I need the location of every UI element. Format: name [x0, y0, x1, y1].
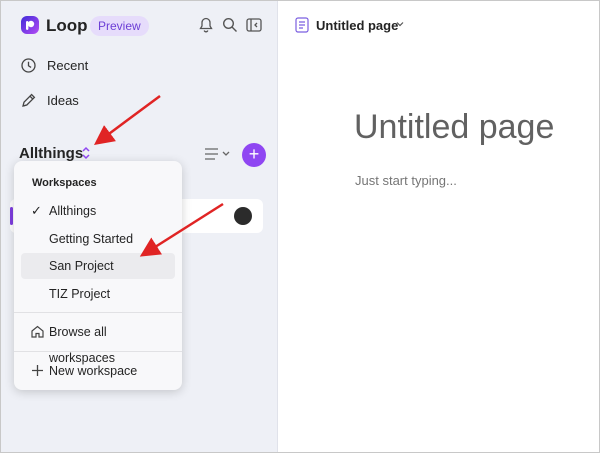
- sidebar-item-label: Ideas: [47, 92, 79, 108]
- app-name: Loop: [46, 16, 88, 35]
- check-icon: ✓: [31, 203, 42, 218]
- menu-item-getting-started[interactable]: Getting Started: [21, 226, 175, 252]
- search-icon[interactable]: [221, 16, 239, 34]
- menu-item-label: Getting Started: [49, 232, 134, 246]
- body-placeholder[interactable]: Just start typing...: [355, 173, 457, 188]
- preview-badge: Preview: [90, 16, 149, 36]
- workspace-menu: Workspaces ✓ Allthings Getting Started S…: [14, 161, 182, 390]
- clock-icon: [21, 57, 36, 73]
- menu-divider: [14, 351, 182, 352]
- sidebar-item-label: Recent: [47, 57, 89, 73]
- sidebar-item-recent[interactable]: Recent: [20, 54, 88, 76]
- menu-divider: [14, 312, 182, 313]
- page-title[interactable]: Untitled page: [354, 105, 554, 149]
- menu-item-label: New workspace: [49, 364, 138, 378]
- workspace-switch-icon[interactable]: [80, 145, 92, 161]
- selection-indicator: [10, 207, 13, 225]
- home-icon: [31, 325, 44, 338]
- collapse-sidebar-icon[interactable]: [245, 16, 263, 34]
- menu-item-tiz-project[interactable]: TIZ Project: [21, 281, 175, 307]
- page-icon: [295, 17, 309, 33]
- bell-icon[interactable]: [197, 16, 215, 34]
- list-view-icon[interactable]: [204, 146, 232, 162]
- pencil-icon: [22, 93, 36, 107]
- browse-workspaces-item[interactable]: Browse all workspaces: [21, 319, 175, 365]
- loop-logo-icon: [21, 16, 39, 34]
- app-window: Loop Preview Recent Ideas Allthings + Wo…: [0, 0, 600, 453]
- chevron-down-icon[interactable]: [396, 21, 404, 27]
- avatar: [234, 207, 252, 225]
- menu-header: Workspaces: [32, 177, 97, 189]
- menu-item-san-project[interactable]: San Project: [21, 253, 175, 279]
- menu-item-label: Allthings: [49, 204, 97, 218]
- new-workspace-item[interactable]: New workspace: [21, 358, 175, 384]
- sidebar-item-ideas[interactable]: Ideas: [20, 89, 79, 111]
- menu-item-allthings[interactable]: ✓ Allthings: [21, 198, 175, 224]
- plus-icon: [32, 365, 43, 376]
- add-button[interactable]: +: [242, 143, 266, 167]
- breadcrumb[interactable]: Untitled page: [316, 17, 398, 34]
- menu-item-label: San Project: [49, 259, 114, 273]
- menu-item-label: TIZ Project: [49, 287, 111, 301]
